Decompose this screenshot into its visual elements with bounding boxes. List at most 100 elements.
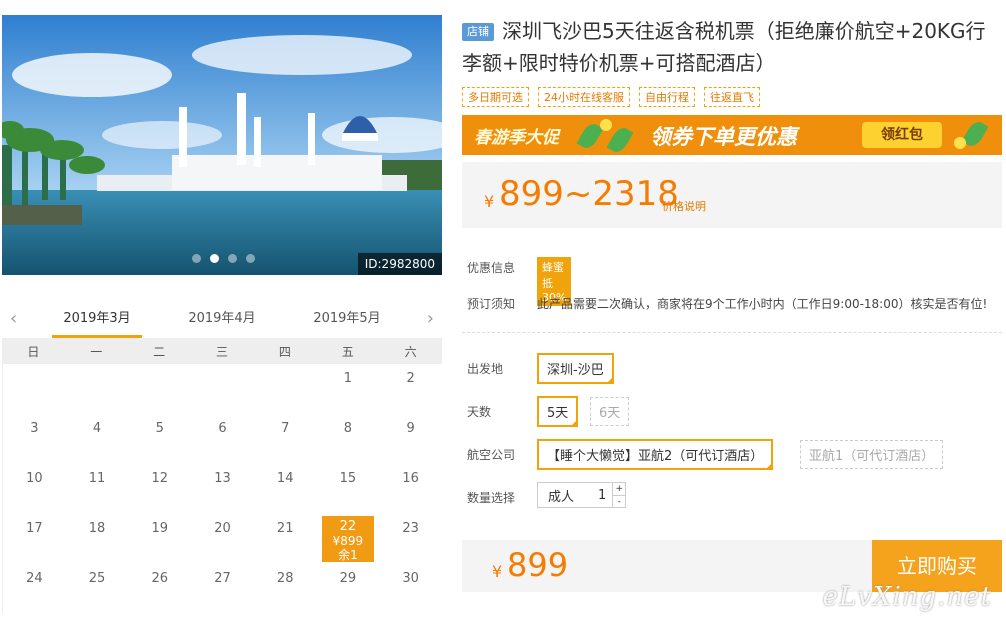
banner-event-text: 春游季大促 xyxy=(474,128,559,148)
site-watermark: eLvXing.net xyxy=(822,582,992,612)
carousel-dot-active[interactable] xyxy=(210,254,219,263)
flower-icon xyxy=(600,119,612,131)
calendar-day[interactable]: 29 xyxy=(317,564,380,614)
price-calendar: ‹ 2019年3月 2019年4月 2019年5月 › 日 一 二 三 四 五 … xyxy=(2,300,442,614)
calendar-day[interactable]: 10 xyxy=(3,464,66,514)
stepper-controls: + - xyxy=(612,483,626,508)
price-range: 899~2318 xyxy=(499,174,679,214)
days-option-6[interactable]: 6天 xyxy=(590,397,630,426)
weekday: 日 xyxy=(27,344,40,359)
quantity-label: 数量选择 xyxy=(467,491,516,505)
notice-text: 此产品需要二次确认，商家将在9个工作小时内（工作日9:00-18:00）核实是否… xyxy=(537,297,988,311)
passenger-type: 成人 xyxy=(548,489,575,505)
calendar-day[interactable]: 7 xyxy=(254,414,317,464)
calendar-day[interactable]: 1 xyxy=(317,364,380,414)
calendar-day[interactable]: 24 xyxy=(3,564,66,614)
days-label: 天数 xyxy=(467,405,492,419)
calendar-empty-cell xyxy=(191,364,254,414)
calendar-day[interactable]: 20 xyxy=(191,514,254,564)
calendar-day[interactable]: 12 xyxy=(128,464,191,514)
calendar-empty-cell xyxy=(66,364,129,414)
price-box: ¥ 899~2318 价格说明 xyxy=(462,162,1002,228)
quantity-stepper: 成人 1 + - xyxy=(537,482,627,508)
weekday: 四 xyxy=(278,344,291,359)
chevron-left-icon[interactable]: ‹ xyxy=(10,308,17,329)
calendar-day[interactable]: 9 xyxy=(379,414,442,464)
quantity-value[interactable]: 1 xyxy=(584,488,612,503)
feature-tags: 多日期可选 24小时在线客服 自由行程 往返直飞 xyxy=(462,87,1002,107)
carousel-dot[interactable] xyxy=(192,254,201,263)
calendar-empty-cell xyxy=(3,364,66,414)
calendar-day[interactable]: 2 xyxy=(379,364,442,414)
calendar-day[interactable]: 19 xyxy=(128,514,191,564)
calendar-empty-cell xyxy=(254,364,317,414)
weekday: 五 xyxy=(341,344,354,359)
weekday-header: 日 一 二 三 四 五 六 xyxy=(2,338,442,364)
price-note-link[interactable]: 价格说明 xyxy=(662,198,706,214)
calendar-day[interactable]: 21 xyxy=(254,514,317,564)
banner-slogan: 领券下单更优惠 xyxy=(650,125,797,149)
calendar-day[interactable]: 5 xyxy=(128,414,191,464)
leaf-icon xyxy=(606,124,634,155)
month-tab-apr[interactable]: 2019年4月 xyxy=(177,300,267,338)
weekday: 二 xyxy=(153,344,166,359)
image-id-label: ID:2982800 xyxy=(357,253,442,275)
weekday: 六 xyxy=(404,344,417,359)
calendar-grid: 1 2 3 4 5 6 7 8 9 10 11 12 13 14 15 16 17 18 19 20 21 22 ¥899 余… xyxy=(2,364,442,614)
calendar-day[interactable]: 17 xyxy=(3,514,66,564)
feature-tag: 多日期可选 xyxy=(462,87,529,107)
calendar-day[interactable]: 11 xyxy=(66,464,129,514)
notice-label: 预订须知 xyxy=(467,297,516,311)
feature-tag: 24小时在线客服 xyxy=(538,87,630,107)
calendar-day[interactable]: 28 xyxy=(254,564,317,614)
calendar-day[interactable]: 15 xyxy=(317,464,380,514)
calendar-day[interactable]: 26 xyxy=(128,564,191,614)
airline-option-2[interactable]: 【睡个大懒觉】亚航2（可代订酒店） xyxy=(537,439,774,470)
day-price: ¥899 xyxy=(332,534,364,548)
calendar-day[interactable]: 13 xyxy=(191,464,254,514)
product-title-text: 深圳飞沙巴5天往返含税机票（拒绝廉价航空+20KG行李额+限时特价机票+可搭配酒… xyxy=(462,19,986,75)
day-stock: 余1 xyxy=(338,548,358,562)
feature-tag: 往返直飞 xyxy=(704,87,760,107)
carousel-dot[interactable] xyxy=(246,254,255,263)
days-option-5[interactable]: 5天 xyxy=(537,396,579,427)
month-tab-mar[interactable]: 2019年3月 xyxy=(52,300,142,338)
calendar-day[interactable]: 23 xyxy=(379,514,442,564)
get-coupon-button[interactable]: 领红包 xyxy=(862,122,942,148)
airline-label: 航空公司 xyxy=(467,448,516,462)
carousel-dots xyxy=(192,254,255,263)
increment-button[interactable]: + xyxy=(613,483,625,495)
carousel-dot[interactable] xyxy=(228,254,237,263)
calendar-day[interactable]: 8 xyxy=(317,414,380,464)
calendar-day[interactable]: 6 xyxy=(191,414,254,464)
calendar-day[interactable]: 14 xyxy=(254,464,317,514)
calendar-day[interactable]: 27 xyxy=(191,564,254,614)
buy-price: 899 xyxy=(507,546,569,584)
buy-currency: ¥ xyxy=(492,562,503,581)
shop-badge: 店铺 xyxy=(462,23,494,41)
product-title: 店铺 深圳飞沙巴5天往返含税机票（拒绝廉价航空+20KG行李额+限时特价机票+可搭… xyxy=(462,15,1002,79)
calendar-day[interactable]: 18 xyxy=(66,514,129,564)
departure-option[interactable]: 深圳-沙巴 xyxy=(537,353,614,384)
price-currency: ¥ xyxy=(484,192,495,211)
promo-banner[interactable]: 春游季大促 领券下单更优惠 领红包 xyxy=(462,115,1002,155)
calendar-day[interactable]: 30 xyxy=(379,564,442,614)
flower-icon xyxy=(954,137,966,149)
calendar-empty-cell xyxy=(128,364,191,414)
calendar-day[interactable]: 25 xyxy=(66,564,129,614)
month-bar: ‹ 2019年3月 2019年4月 2019年5月 › xyxy=(2,300,442,338)
promo-label: 优惠信息 xyxy=(467,261,516,275)
feature-tag: 自由行程 xyxy=(639,87,695,107)
airline-option-1[interactable]: 亚航1（可代订酒店） xyxy=(800,440,944,469)
month-tab-may[interactable]: 2019年5月 xyxy=(302,300,392,338)
chevron-right-icon[interactable]: › xyxy=(427,308,434,329)
calendar-day[interactable]: 4 xyxy=(66,414,129,464)
calendar-day[interactable]: 16 xyxy=(379,464,442,514)
mosque-photo xyxy=(2,15,442,275)
calendar-day-available[interactable]: 22 ¥899 余1 xyxy=(321,516,375,562)
weekday: 一 xyxy=(90,344,103,359)
weekday: 三 xyxy=(216,344,229,359)
decrement-button[interactable]: - xyxy=(613,495,626,508)
hero-image[interactable]: ID:2982800 xyxy=(2,15,442,275)
calendar-day[interactable]: 3 xyxy=(3,414,66,464)
